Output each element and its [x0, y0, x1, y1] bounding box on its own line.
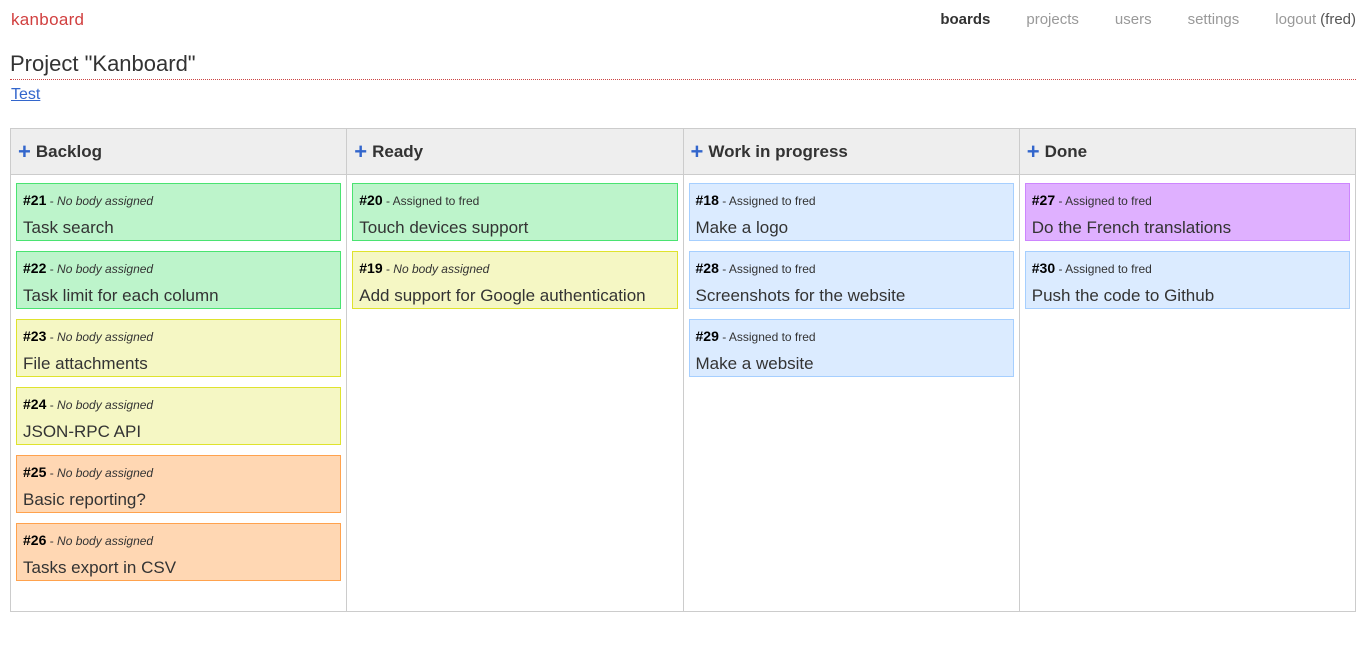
task-card[interactable]: #24 - No body assigned JSON-RPC API	[16, 387, 341, 445]
task-title: Screenshots for the website	[696, 286, 906, 306]
main-nav: boards projects users settings logout (f…	[904, 11, 1356, 28]
task-assignee: Assigned to fred	[1065, 262, 1152, 276]
task-card[interactable]: #19 - No body assigned Add support for G…	[352, 251, 677, 309]
task-card[interactable]: #22 - No body assigned Task limit for ea…	[16, 251, 341, 309]
nav-logout[interactable]: logout	[1275, 11, 1316, 28]
task-id[interactable]: #20	[359, 192, 382, 208]
task-assignee: No body assigned	[57, 330, 153, 344]
task-assignee: Assigned to fred	[729, 330, 816, 344]
task-title: Do the French translations	[1032, 218, 1231, 238]
column-title: Work in progress	[708, 142, 848, 162]
nav-boards[interactable]: boards	[940, 11, 990, 28]
task-id[interactable]: #25	[23, 464, 46, 480]
column-work-in-progress: + Work in progress #18 - Assigned to fre…	[684, 129, 1020, 611]
nav-settings[interactable]: settings	[1188, 11, 1240, 28]
column-backlog: + Backlog #21 - No body assigned Task se…	[11, 129, 347, 611]
task-card[interactable]: #21 - No body assigned Task search	[16, 183, 341, 241]
task-title: Push the code to Github	[1032, 286, 1214, 306]
column-header: + Done	[1020, 129, 1355, 175]
page-header: Project "Kanboard"	[10, 52, 1356, 80]
task-assignee: Assigned to fred	[1065, 194, 1152, 208]
task-id[interactable]: #24	[23, 396, 46, 412]
task-title: Make a logo	[696, 218, 789, 238]
task-id[interactable]: #21	[23, 192, 46, 208]
task-id[interactable]: #18	[696, 192, 719, 208]
task-id[interactable]: #19	[359, 260, 382, 276]
task-assignee: No body assigned	[57, 534, 153, 548]
task-id[interactable]: #26	[23, 532, 46, 548]
nav-projects[interactable]: projects	[1026, 11, 1079, 28]
task-title: Task limit for each column	[23, 286, 219, 306]
task-id[interactable]: #27	[1032, 192, 1055, 208]
plus-icon[interactable]: +	[1027, 142, 1040, 162]
task-card[interactable]: #23 - No body assigned File attachments	[16, 319, 341, 377]
task-title: Tasks export in CSV	[23, 558, 176, 578]
column-ready: + Ready #20 - Assigned to fred Touch dev…	[347, 129, 683, 611]
task-title: Add support for Google authentication	[359, 286, 645, 306]
nav-users[interactable]: users	[1115, 11, 1152, 28]
task-title: JSON-RPC API	[23, 422, 141, 442]
task-assignee: Assigned to fred	[393, 194, 480, 208]
task-id[interactable]: #23	[23, 328, 46, 344]
task-title: Task search	[23, 218, 114, 238]
task-id[interactable]: #22	[23, 260, 46, 276]
column-title: Backlog	[36, 142, 102, 162]
kanban-board: + Backlog #21 - No body assigned Task se…	[10, 128, 1356, 612]
task-assignee: No body assigned	[57, 262, 153, 276]
project-link-test[interactable]: Test	[11, 86, 40, 103]
task-assignee: No body assigned	[57, 398, 153, 412]
task-id[interactable]: #29	[696, 328, 719, 344]
task-card[interactable]: #27 - Assigned to fred Do the French tra…	[1025, 183, 1350, 241]
task-card[interactable]: #18 - Assigned to fred Make a logo	[689, 183, 1014, 241]
task-id[interactable]: #28	[696, 260, 719, 276]
task-id[interactable]: #30	[1032, 260, 1055, 276]
column-header: + Ready	[347, 129, 682, 175]
task-title: Touch devices support	[359, 218, 528, 238]
task-card[interactable]: #20 - Assigned to fred Touch devices sup…	[352, 183, 677, 241]
column-header: + Backlog	[11, 129, 346, 175]
column-title: Ready	[372, 142, 423, 162]
page-title: Project "Kanboard"	[10, 52, 1356, 76]
top-bar: kanboard boards projects users settings …	[0, 0, 1366, 40]
task-card[interactable]: #26 - No body assigned Tasks export in C…	[16, 523, 341, 581]
task-title: File attachments	[23, 354, 148, 374]
task-assignee: No body assigned	[393, 262, 489, 276]
task-card[interactable]: #30 - Assigned to fred Push the code to …	[1025, 251, 1350, 309]
task-title: Basic reporting?	[23, 490, 146, 510]
task-assignee: Assigned to fred	[729, 194, 816, 208]
task-card[interactable]: #25 - No body assigned Basic reporting?	[16, 455, 341, 513]
task-assignee: No body assigned	[57, 194, 153, 208]
task-assignee: No body assigned	[57, 466, 153, 480]
plus-icon[interactable]: +	[691, 142, 704, 162]
column-header: + Work in progress	[684, 129, 1019, 175]
column-done: + Done #27 - Assigned to fred Do the Fre…	[1020, 129, 1355, 611]
current-username: (fred)	[1320, 11, 1356, 28]
task-assignee: Assigned to fred	[729, 262, 816, 276]
app-logo[interactable]: kanboard	[11, 10, 84, 30]
plus-icon[interactable]: +	[354, 142, 367, 162]
plus-icon[interactable]: +	[18, 142, 31, 162]
project-links: Test	[11, 86, 1366, 104]
task-card[interactable]: #28 - Assigned to fred Screenshots for t…	[689, 251, 1014, 309]
task-title: Make a website	[696, 354, 814, 374]
column-title: Done	[1045, 142, 1088, 162]
task-card[interactable]: #29 - Assigned to fred Make a website	[689, 319, 1014, 377]
